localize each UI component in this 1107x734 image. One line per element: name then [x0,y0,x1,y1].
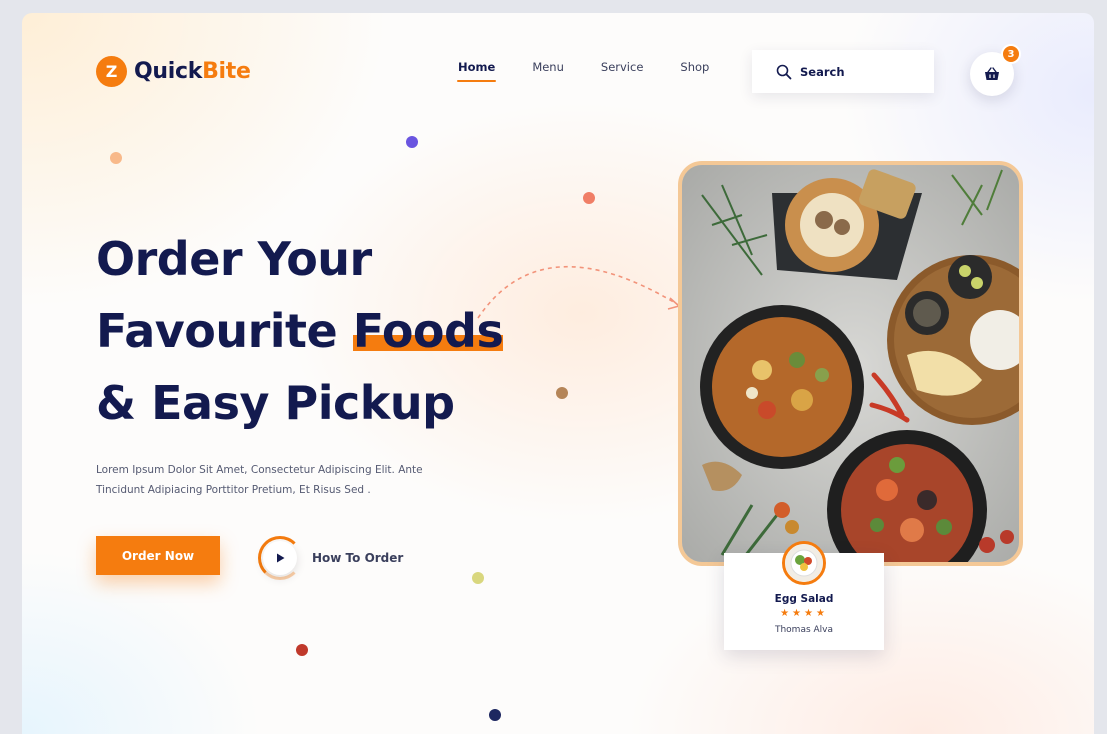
nav-service[interactable]: Service [601,60,644,82]
dish-name: Egg Salad [774,593,834,605]
main-nav: Home Menu Service Shop [456,60,746,82]
headline-line-1: Order Your [96,232,372,286]
headline-highlight-text: Foods [352,304,504,358]
search-box[interactable]: Search [752,50,934,93]
brand-name-part1: Quick [134,59,203,84]
dish-thumbnail [785,544,823,582]
play-ring [258,536,302,580]
headline-line-2: Favourite Foods [96,295,504,367]
hero-headline: Order Your Favourite Foods & Easy Pickup [96,223,504,439]
play-button[interactable] [263,541,297,575]
decor-dot [472,572,484,584]
headline-highlight: Foods [352,295,504,367]
decor-dot [583,192,595,204]
basket-icon [985,67,999,80]
dish-avatar [782,541,826,585]
nav-home[interactable]: Home [456,60,497,82]
decor-dot [489,709,501,721]
logo-badge: Z [96,56,127,87]
decor-dot [296,644,308,656]
food-image [678,161,1023,566]
play-icon [277,553,285,563]
hero-description: Lorem Ipsum Dolor Sit Amet, Consectetur … [96,464,423,496]
dashed-arrow [477,266,681,319]
decor-dot [110,152,122,164]
headline-line-3: & Easy Pickup [96,376,455,430]
reviewer-name: Thomas Alva [774,625,834,635]
food-illustration [682,165,1019,562]
brand-logo[interactable]: Z QuickBite [96,56,251,87]
review-card[interactable]: Egg Salad ★★★★ Thomas Alva [724,541,884,650]
order-now-button[interactable]: Order Now [96,536,220,575]
page-frame: Z QuickBite Home Menu Service Shop Searc… [22,13,1094,734]
cart-button[interactable]: 3 [970,44,1021,96]
search-icon [776,64,792,79]
decor-dot [406,136,418,148]
how-to-order-button[interactable]: How To Order [258,536,403,580]
cart-count-badge: 3 [1001,44,1021,64]
headline-line-2-prefix: Favourite [96,304,338,358]
brand-name: QuickBite [134,59,251,84]
brand-name-part2: Bite [202,59,251,84]
star-rating: ★★★★ [780,608,828,619]
search-label: Search [800,64,845,79]
how-to-order-label: How To Order [312,551,404,565]
nav-menu[interactable]: Menu [532,60,564,82]
nav-shop[interactable]: Shop [680,60,709,82]
decor-dot [556,387,568,399]
